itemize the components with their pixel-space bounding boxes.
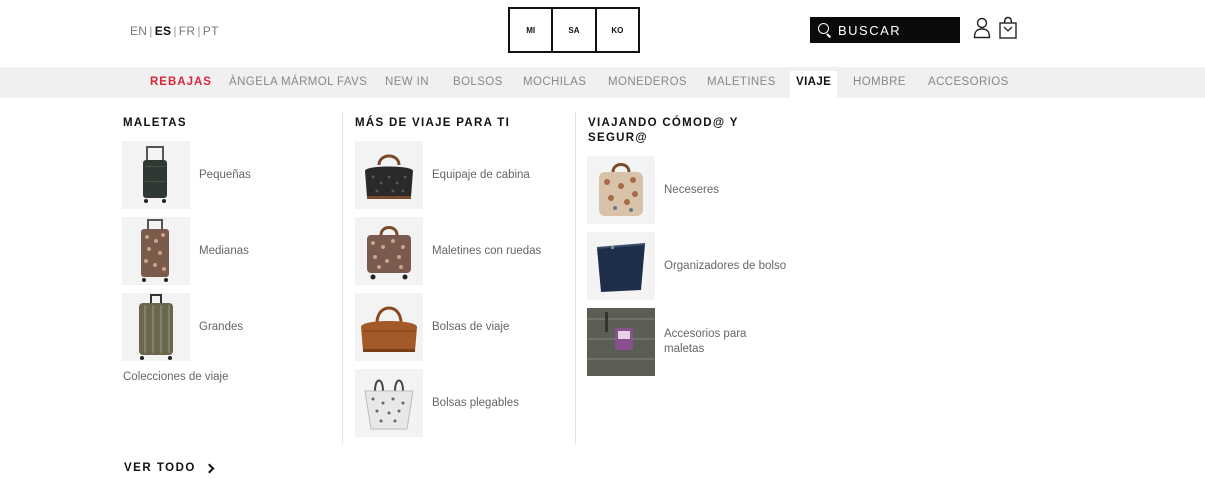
- menu-item-label: Organizadores de bolso: [664, 259, 787, 272]
- menu-item-label: Maletines con ruedas: [432, 244, 542, 257]
- product-thumbnail: [587, 308, 655, 376]
- nav-item-rebajas[interactable]: REBAJAS: [150, 76, 212, 88]
- lang-fr[interactable]: FR: [179, 24, 196, 38]
- menu-column-title-maletas[interactable]: MALETAS: [123, 116, 187, 131]
- menu-item-label-line: maletas: [664, 343, 705, 355]
- menu-item-label: Bolsas plegables: [432, 396, 519, 409]
- user-icon[interactable]: [973, 17, 991, 39]
- lang-separator: |: [149, 24, 153, 38]
- menu-item-colecciones-de-viaje[interactable]: Colecciones de viaje: [123, 371, 228, 383]
- product-thumbnail: [355, 293, 423, 361]
- nav-item-accesorios[interactable]: ACCESORIOS: [928, 76, 1009, 88]
- menu-item-pequenas[interactable]: Pequeñas: [122, 141, 251, 209]
- menu-item-accesorios-para-maletas[interactable]: Accesorios para maletas: [587, 308, 746, 376]
- logo-cell: KO: [611, 25, 624, 35]
- column-title-line: VIAJANDO CÓMOD@ Y: [588, 117, 739, 129]
- menu-item-grandes[interactable]: Grandes: [122, 293, 243, 361]
- menu-item-organizadores-de-bolso[interactable]: Organizadores de bolso: [587, 232, 786, 300]
- menu-column-title-mas-de-viaje[interactable]: MÁS DE VIAJE PARA TI: [355, 116, 510, 131]
- product-thumbnail: [122, 217, 190, 285]
- nav-item-viaje[interactable]: VIAJE: [790, 71, 838, 98]
- menu-item-label: Medianas: [199, 244, 249, 257]
- logo-cell: SA: [553, 9, 597, 51]
- column-title-line: SEGUR@: [588, 132, 648, 144]
- main-nav: REBAJAS ÀNGELA MÁRMOL FAVS NEW IN BOLSOS…: [0, 67, 1205, 98]
- lang-es[interactable]: ES: [155, 24, 172, 38]
- logo-cell: MI: [510, 9, 554, 51]
- search-button[interactable]: BUSCAR: [810, 17, 960, 43]
- column-divider: [575, 112, 576, 444]
- menu-item-label: Grandes: [199, 320, 244, 333]
- product-thumbnail: [355, 217, 423, 285]
- menu-item-bolsas-de-viaje[interactable]: Bolsas de viaje: [355, 293, 509, 361]
- language-switcher: EN | ES | FR | PT: [130, 24, 219, 38]
- nav-item-bolsos[interactable]: BOLSOS: [453, 76, 503, 88]
- column-divider: [342, 112, 343, 444]
- ver-todo-link[interactable]: VER TODO: [124, 462, 215, 474]
- shopping-bag-icon[interactable]: [998, 16, 1018, 40]
- search-icon: [818, 23, 832, 37]
- ver-todo-label: VER TODO: [124, 462, 196, 474]
- product-thumbnail: [122, 141, 190, 209]
- nav-item-hombre[interactable]: HOMBRE: [853, 76, 906, 88]
- product-thumbnail: [587, 232, 655, 300]
- lang-en[interactable]: EN: [130, 24, 147, 38]
- nav-item-new-in[interactable]: NEW IN: [385, 76, 429, 88]
- nav-item-maletines[interactable]: MALETINES: [707, 76, 776, 88]
- menu-item-medianas[interactable]: Medianas: [122, 217, 249, 285]
- menu-item-maletines-con-ruedas[interactable]: Maletines con ruedas: [355, 217, 541, 285]
- menu-column-title-viajando-comodo[interactable]: VIAJANDO CÓMOD@ Y SEGUR@: [588, 116, 739, 146]
- lang-pt[interactable]: PT: [203, 24, 219, 38]
- nav-item-monederos[interactable]: MONEDEROS: [608, 76, 687, 88]
- menu-item-neceseres[interactable]: Neceseres: [587, 156, 719, 224]
- menu-item-label: Equipaje de cabina: [432, 168, 530, 181]
- search-label: BUSCAR: [838, 22, 902, 38]
- nav-item-mochilas[interactable]: MOCHILAS: [523, 76, 586, 88]
- menu-item-label: Bolsas de viaje: [432, 320, 510, 333]
- product-thumbnail: [587, 156, 655, 224]
- menu-item-label: Accesorios para maletas: [664, 327, 746, 357]
- nav-item-angela-marmol-favs[interactable]: ÀNGELA MÁRMOL FAVS: [229, 76, 367, 88]
- lang-separator: |: [173, 24, 177, 38]
- menu-item-label: Pequeñas: [199, 168, 251, 181]
- product-thumbnail: [122, 293, 190, 361]
- brand-logo[interactable]: MI SA KO: [508, 7, 640, 53]
- menu-item-label: Neceseres: [664, 183, 719, 196]
- menu-item-equipaje-de-cabina[interactable]: Equipaje de cabina: [355, 141, 530, 209]
- product-thumbnail: [355, 141, 423, 209]
- product-thumbnail: [355, 369, 423, 437]
- chevron-right-icon: [204, 463, 215, 473]
- lang-separator: |: [197, 24, 201, 38]
- menu-item-bolsas-plegables[interactable]: Bolsas plegables: [355, 369, 519, 437]
- menu-item-label-line: Accesorios para: [664, 328, 747, 340]
